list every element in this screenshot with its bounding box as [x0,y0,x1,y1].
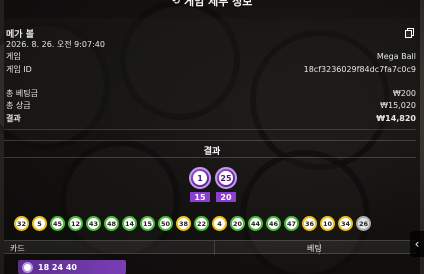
multiplier-tag: 15 [190,192,210,202]
drawn-ball: 34 [338,216,353,231]
bonus-ball-number: 25 [219,171,233,185]
col-card: 카드 [10,244,25,253]
panel-title: 게임 세부 정보 [184,0,253,8]
history-icon: ⟲ [171,0,180,7]
bonus-ball: 1 [189,167,211,189]
multiplier-tag: 20 [216,192,236,202]
drawn-ball: 5 [32,216,47,231]
result-value: ₩14,820 [376,114,416,123]
game-name-row: 메가 볼 [6,28,416,40]
results-title: 결과 [203,147,221,157]
drawn-ball: 20 [230,216,245,231]
total-win-value: ₩15,020 [380,101,416,110]
game-id-label: 게임 ID [6,65,32,74]
result-label: 결과 [6,114,21,123]
drawn-ball: 44 [248,216,263,231]
bonus-ball: 25 [215,167,237,189]
divider [4,157,416,158]
copy-icon[interactable] [405,28,414,38]
drawn-ball: 50 [158,216,173,231]
drawn-ball: 36 [302,216,317,231]
panel-header: ⟲ 게임 세부 정보 [0,0,424,8]
game-row: 게임 Mega Ball [6,51,416,62]
divider [4,140,416,141]
game-id-row: 게임 ID 18cf3236029f84dc7fa7c0c9 [6,64,416,75]
drawn-ball: 15 [140,216,155,231]
total-bet-row: 총 베팅금 ₩200 [6,88,416,99]
drawn-ball: 14 [122,216,137,231]
bingo-card-preview: 18 24 40 [18,260,126,274]
card-ball-icon [22,261,33,273]
drawn-ball: 26 [356,216,371,231]
total-bet-value: ₩200 [392,89,416,98]
total-bet-label: 총 베팅금 [6,89,38,98]
drawn-ball: 45 [50,216,65,231]
bonus-ball-number: 1 [193,171,207,185]
drawn-ball: 48 [104,216,119,231]
bets-table-header: 카드 베팅 [4,240,416,255]
drawn-ball: 10 [320,216,335,231]
card-numbers: 18 24 40 [38,262,77,272]
table-row: 18 24 40 [4,256,416,274]
drawn-ball: 32 [14,216,29,231]
drawn-ball: 47 [284,216,299,231]
drawn-ball: 46 [266,216,281,231]
chevron-left-icon[interactable]: ‹ [410,231,424,257]
result-row: 결과 ₩14,820 [6,113,416,124]
datetime-row: 2026. 8. 26. 오전 9:07:40 [6,39,416,50]
total-win-row: 총 상금 ₩15,020 [6,100,416,111]
drawn-ball: 4 [212,216,227,231]
column-divider [319,241,320,255]
game-id-value[interactable]: 18cf3236029f84dc7fa7c0c9 [304,65,416,74]
drawn-ball: 38 [176,216,191,231]
total-win-label: 총 상금 [6,101,31,110]
drawn-balls: 32 5 45 12 43 48 14 15 50 38 22 4 20 44 46 47 36 10 34 26 [14,216,371,231]
column-divider [214,241,215,255]
drawn-ball: 12 [68,216,83,231]
drawn-ball: 22 [194,216,209,231]
game-value: Mega Ball [376,52,416,61]
datetime: 2026. 8. 26. 오전 9:07:40 [6,40,105,49]
drawn-ball: 43 [86,216,101,231]
game-label: 게임 [6,52,21,61]
